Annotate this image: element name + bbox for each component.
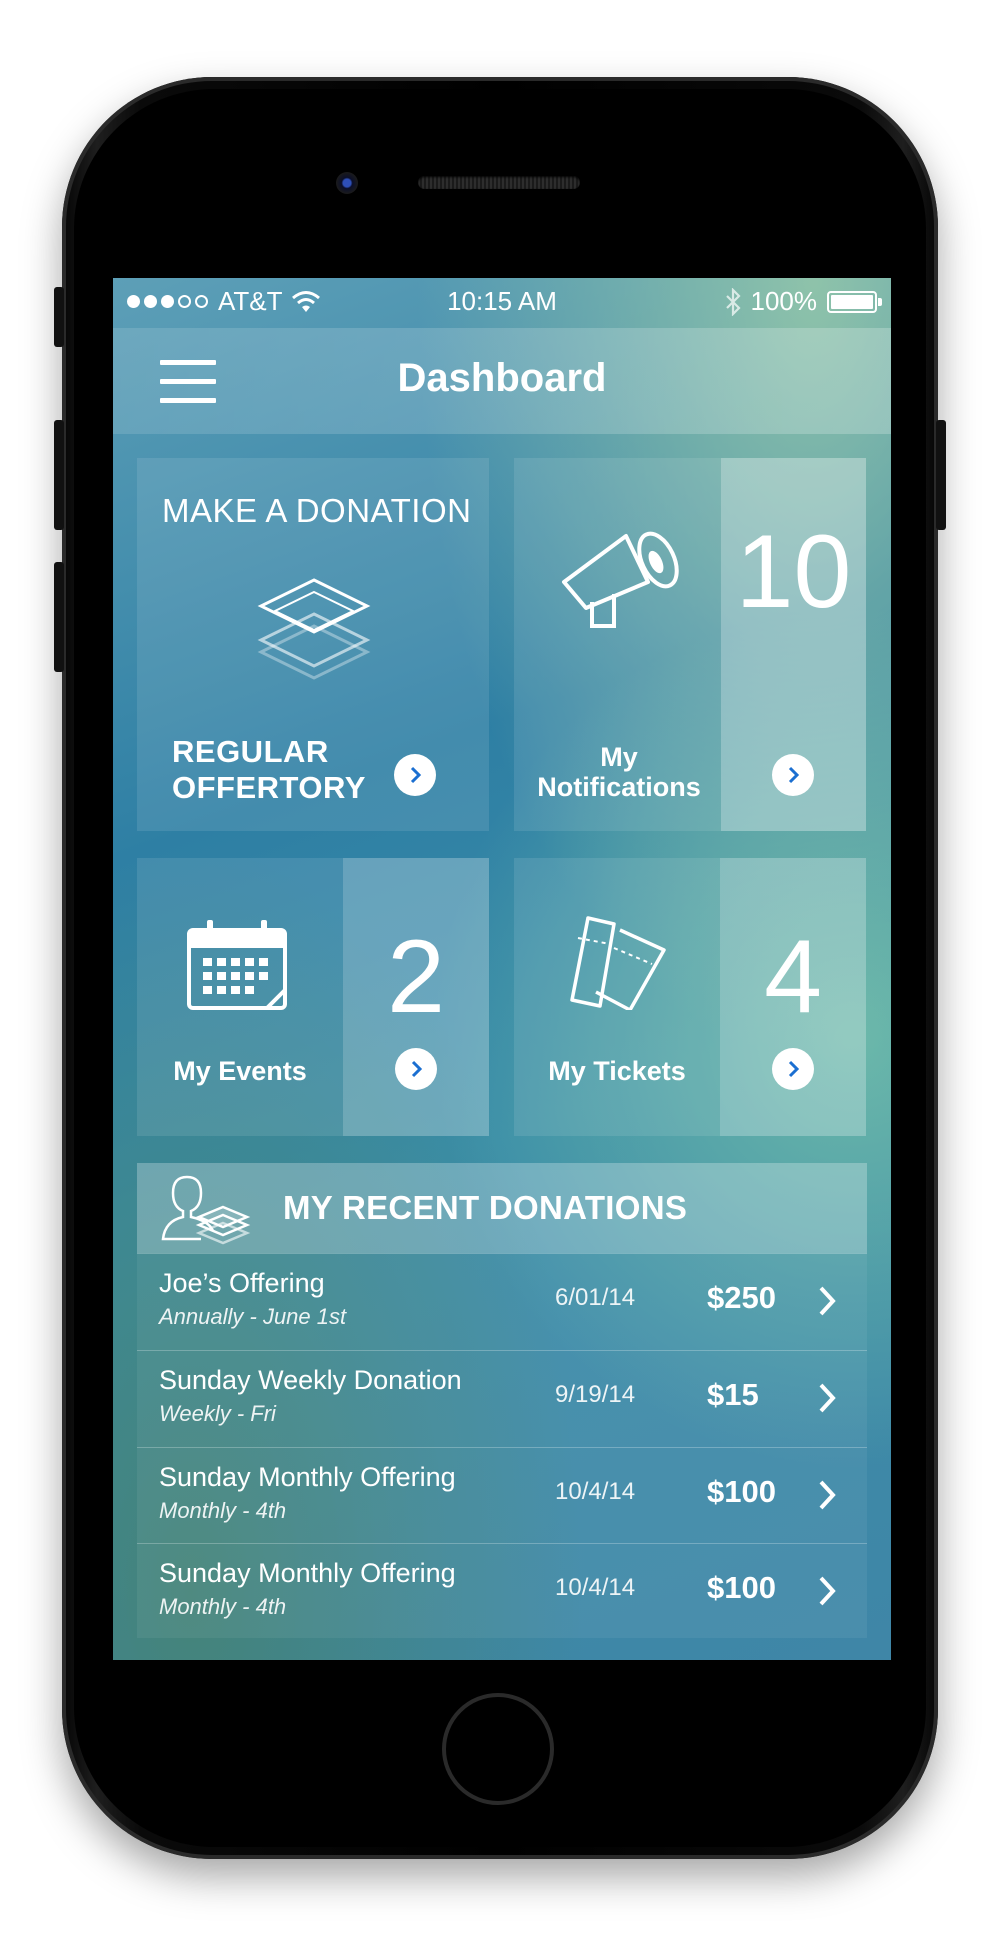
regular-offertory-chevron-icon[interactable] (394, 754, 436, 796)
battery-percent: 100% (750, 286, 818, 316)
donation-schedule: Monthly - 4th (159, 1498, 287, 1523)
donation-row[interactable]: Sunday Weekly Donation Weekly - Fri 9/19… (137, 1350, 867, 1447)
notifications-count: 10 (735, 514, 852, 630)
front-camera (336, 172, 358, 194)
donation-card-title: MAKE A DONATION (162, 492, 472, 529)
donation-name: Sunday Monthly Offering (159, 1558, 456, 1588)
donation-schedule: Annually - June 1st (159, 1304, 347, 1329)
chevron-right-icon[interactable] (817, 1478, 839, 1512)
donation-name: Sunday Weekly Donation (159, 1365, 462, 1395)
tickets-label: My Tickets (548, 1056, 686, 1086)
events-chevron-icon[interactable] (395, 1048, 437, 1090)
donation-amount: $100 (707, 1570, 776, 1605)
donation-name: Joe’s Offering (159, 1268, 325, 1298)
events-card[interactable]: 2 My Events (137, 858, 489, 1136)
nav-bar: Dashboard (113, 328, 891, 434)
volume-down-button (54, 562, 64, 672)
app-screen: AT&T 10:15 AM 100% Dashboard MAKE A DONA… (113, 278, 891, 1660)
recent-donations-header: MY RECENT DONATIONS (137, 1163, 867, 1253)
bluetooth-icon (725, 287, 741, 316)
donation-name: Sunday Monthly Offering (159, 1462, 456, 1492)
tickets-icon (570, 916, 666, 1010)
power-button (936, 420, 946, 530)
page-title: Dashboard (397, 356, 607, 400)
events-count: 2 (387, 919, 445, 1035)
notifications-chevron-icon[interactable] (772, 754, 814, 796)
recent-donations-title: MY RECENT DONATIONS (283, 1189, 688, 1226)
status-bar: AT&T 10:15 AM 100% (113, 278, 891, 328)
megaphone-icon (562, 531, 679, 628)
make-donation-card[interactable]: MAKE A DONATION REGULAR OFFERTORY (137, 458, 489, 831)
user-donations-icon (161, 1175, 251, 1245)
tickets-count: 4 (764, 919, 822, 1035)
home-button[interactable] (442, 1693, 554, 1805)
chevron-right-icon[interactable] (817, 1574, 839, 1608)
calendar-icon (187, 920, 287, 1010)
donation-amount: $250 (707, 1280, 776, 1315)
tickets-card[interactable]: 4 My Tickets (514, 858, 866, 1136)
mute-switch (54, 287, 64, 347)
battery-icon (827, 290, 882, 313)
volume-up-button (54, 420, 64, 530)
status-right: 100% (725, 286, 882, 317)
donation-date: 10/4/14 (555, 1574, 636, 1601)
donation-schedule: Monthly - 4th (159, 1594, 287, 1619)
donation-row[interactable]: Joe’s Offering Annually - June 1st 6/01/… (137, 1253, 867, 1350)
chevron-right-icon[interactable] (817, 1284, 839, 1318)
donation-row[interactable]: Sunday Monthly Offering Monthly - 4th 10… (137, 1447, 867, 1544)
donation-schedule: Weekly - Fri (159, 1401, 276, 1426)
earpiece-speaker (418, 176, 580, 189)
recent-donations-panel: MY RECENT DONATIONS Joe’s Offering Annua… (137, 1163, 867, 1638)
donation-amount: $100 (707, 1474, 776, 1509)
regular-offertory-label: REGULAR OFFERTORY (172, 734, 366, 805)
donation-date: 9/19/14 (555, 1381, 636, 1408)
notifications-label: My Notifications (537, 742, 701, 802)
layers-icon (257, 578, 371, 680)
chevron-right-icon[interactable] (817, 1381, 839, 1415)
tickets-chevron-icon[interactable] (772, 1048, 814, 1090)
notifications-card[interactable]: 10 My Notifications (514, 458, 866, 831)
donation-row[interactable]: Sunday Monthly Offering Monthly - 4th 10… (137, 1543, 867, 1638)
donation-amount: $15 (707, 1377, 759, 1412)
donation-date: 6/01/14 (555, 1284, 636, 1311)
events-label: My Events (173, 1056, 307, 1086)
donation-date: 10/4/14 (555, 1478, 636, 1505)
